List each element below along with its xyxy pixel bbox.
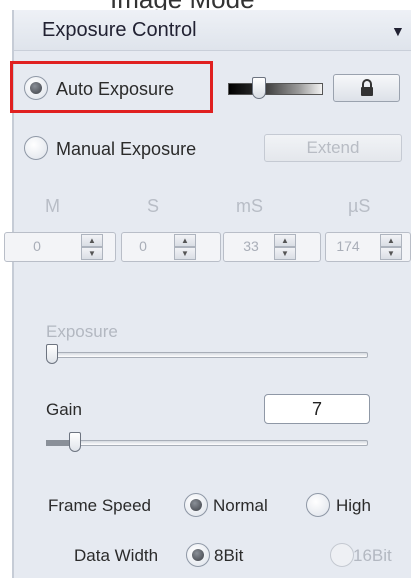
gain-input[interactable]: 7 bbox=[264, 394, 370, 424]
data-width-8bit-label[interactable]: 8Bit bbox=[214, 546, 243, 566]
extend-button[interactable]: Extend bbox=[264, 134, 402, 162]
minutes-down-icon[interactable]: ▼ bbox=[81, 247, 103, 260]
auto-exposure-level-slider[interactable] bbox=[228, 83, 323, 95]
frame-speed-high-radio[interactable] bbox=[306, 493, 330, 517]
lock-button[interactable] bbox=[333, 74, 400, 102]
exposure-slider[interactable] bbox=[46, 352, 368, 358]
manual-exposure-label[interactable]: Manual Exposure bbox=[56, 139, 196, 160]
panel-title: Exposure Control bbox=[42, 19, 197, 41]
microseconds-header: µS bbox=[348, 196, 371, 216]
milliseconds-header: mS bbox=[236, 196, 263, 216]
milliseconds-up-icon[interactable]: ▲ bbox=[274, 234, 296, 247]
lock-icon bbox=[360, 79, 373, 96]
data-width-16bit-label[interactable]: 16Bit bbox=[353, 546, 392, 566]
milliseconds-value[interactable]: 33 bbox=[224, 238, 278, 254]
seconds-down-icon[interactable]: ▼ bbox=[174, 247, 196, 260]
gain-slider[interactable] bbox=[46, 440, 368, 446]
auto-exposure-slider-thumb[interactable] bbox=[252, 77, 267, 99]
frame-speed-normal-label[interactable]: Normal bbox=[213, 496, 268, 516]
seconds-header: S bbox=[147, 196, 160, 216]
gain-slider-thumb[interactable] bbox=[68, 432, 81, 452]
frame-speed-normal-radio[interactable] bbox=[184, 493, 208, 517]
minutes-spinner[interactable]: 0 ▲ ▼ bbox=[4, 232, 116, 262]
data-width-16bit-radio[interactable] bbox=[330, 543, 354, 567]
milliseconds-spinner[interactable]: 33 ▲ ▼ bbox=[223, 232, 321, 262]
microseconds-value[interactable]: 174 bbox=[326, 238, 370, 254]
seconds-up-icon[interactable]: ▲ bbox=[174, 234, 196, 247]
triangle-down-icon[interactable]: ▼ bbox=[391, 23, 405, 39]
gain-label: Gain bbox=[46, 400, 82, 419]
auto-exposure-label[interactable]: Auto Exposure bbox=[56, 79, 174, 100]
frame-speed-label: Frame Speed bbox=[48, 496, 151, 515]
milliseconds-down-icon[interactable]: ▼ bbox=[274, 247, 296, 260]
minutes-up-icon[interactable]: ▲ bbox=[81, 234, 103, 247]
minutes-header: M bbox=[45, 196, 60, 216]
exposure-slider-thumb[interactable] bbox=[46, 344, 58, 364]
data-width-8bit-radio[interactable] bbox=[186, 543, 210, 567]
gain-slider-fill bbox=[46, 440, 69, 446]
panel-header[interactable]: Exposure Control ▼ bbox=[14, 10, 411, 51]
minutes-value[interactable]: 0 bbox=[5, 238, 69, 254]
seconds-value[interactable]: 0 bbox=[122, 238, 164, 254]
seconds-spinner[interactable]: 0 ▲ ▼ bbox=[121, 232, 221, 262]
microseconds-spinner[interactable]: 174 ▲ ▼ bbox=[325, 232, 411, 262]
auto-exposure-radio[interactable] bbox=[24, 76, 48, 100]
microseconds-down-icon[interactable]: ▼ bbox=[380, 247, 402, 260]
microseconds-up-icon[interactable]: ▲ bbox=[380, 234, 402, 247]
frame-speed-high-label[interactable]: High bbox=[336, 496, 371, 516]
exposure-label: Exposure bbox=[46, 322, 118, 341]
data-width-label: Data Width bbox=[74, 546, 159, 565]
manual-exposure-radio[interactable] bbox=[24, 136, 48, 160]
